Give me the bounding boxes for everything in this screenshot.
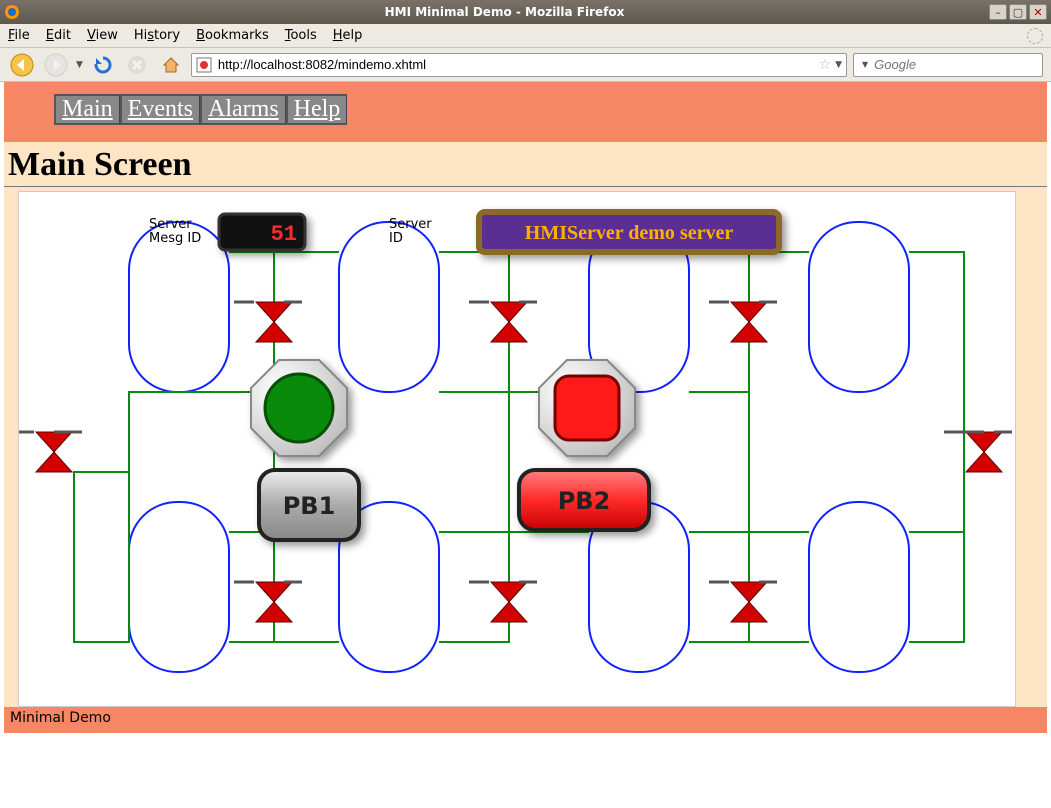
- tank-lr2: [809, 502, 909, 672]
- server-mesg-id-label: Server Mesg ID: [149, 217, 201, 246]
- valve-ll[interactable]: [234, 582, 302, 622]
- browser-toolbar: ▼ ☆ ▼ G ▼: [0, 48, 1051, 82]
- reload-icon: [93, 55, 113, 75]
- throbber-icon: [1027, 28, 1043, 44]
- url-dropdown-icon[interactable]: ▼: [835, 60, 842, 70]
- window-minimize-button[interactable]: –: [989, 4, 1007, 20]
- browser-viewport: Main Events Alarms Help Main Screen: [0, 82, 1051, 808]
- valve-lr[interactable]: [709, 582, 777, 622]
- stop-icon: [127, 55, 147, 75]
- pushbutton-pb2[interactable]: PB2: [519, 470, 649, 530]
- search-box[interactable]: G ▼: [853, 53, 1043, 77]
- tank-ur2: [809, 222, 909, 392]
- nav-tab-events[interactable]: Events: [120, 94, 200, 125]
- pilot-light-red: [539, 360, 635, 456]
- server-mesg-id-display: 51: [219, 214, 305, 250]
- window-title: HMI Minimal Demo - Mozilla Firefox: [26, 5, 983, 19]
- valve-far-right[interactable]: [944, 432, 1012, 472]
- nav-tab-main[interactable]: Main: [54, 94, 120, 125]
- valve-ul[interactable]: [234, 302, 302, 342]
- window-titlebar: HMI Minimal Demo - Mozilla Firefox – ▢ ✕: [0, 0, 1051, 24]
- firefox-icon: [4, 4, 20, 20]
- tank-ll1: [129, 502, 229, 672]
- forward-arrow-icon: [44, 53, 68, 77]
- menu-help[interactable]: Help: [333, 28, 363, 43]
- search-engine-dropdown-icon[interactable]: ▼: [862, 60, 868, 69]
- forward-button[interactable]: [42, 51, 70, 79]
- home-icon: [161, 55, 181, 75]
- hmi-diagram: Server Mesg ID 51 Server ID: [18, 191, 1016, 707]
- pilot-light-green: [251, 360, 347, 456]
- svg-text:51: 51: [271, 222, 297, 247]
- tank-ul1: [129, 222, 229, 392]
- search-input[interactable]: [872, 56, 1051, 73]
- tank-ul2: [339, 222, 439, 392]
- valve-ur[interactable]: [709, 302, 777, 342]
- page-footer: Minimal Demo: [4, 707, 1047, 733]
- menu-history[interactable]: History: [134, 28, 180, 43]
- history-dropdown-icon[interactable]: ▼: [76, 60, 83, 70]
- page-title: Main Screen: [8, 146, 1047, 184]
- valve-far-left[interactable]: [19, 432, 82, 472]
- page-favicon-icon: [196, 57, 212, 73]
- browser-menubar: File Edit View History Bookmarks Tools H…: [0, 24, 1051, 48]
- nav-tab-help[interactable]: Help: [286, 94, 348, 125]
- window-maximize-button[interactable]: ▢: [1009, 4, 1027, 20]
- page-nav-band: Main Events Alarms Help: [4, 82, 1047, 142]
- server-id-display: HMIServer demo server: [479, 212, 779, 252]
- stop-button[interactable]: [123, 51, 151, 79]
- reload-button[interactable]: [89, 51, 117, 79]
- svg-text:PB1: PB1: [283, 492, 336, 520]
- pushbutton-pb1[interactable]: PB1: [259, 470, 359, 540]
- svg-text:PB2: PB2: [558, 487, 611, 515]
- back-button[interactable]: [8, 51, 36, 79]
- home-button[interactable]: [157, 51, 185, 79]
- svg-text:HMIServer demo server: HMIServer demo server: [525, 222, 734, 244]
- menu-view[interactable]: View: [87, 28, 118, 43]
- menu-file[interactable]: File: [8, 28, 30, 43]
- menu-tools[interactable]: Tools: [285, 28, 317, 43]
- nav-tab-alarms[interactable]: Alarms: [200, 94, 286, 125]
- address-bar[interactable]: ☆ ▼: [191, 53, 847, 77]
- menu-edit[interactable]: Edit: [46, 28, 71, 43]
- valve-um[interactable]: [469, 302, 537, 342]
- pipe-right-loop: [909, 252, 964, 642]
- back-arrow-icon: [10, 53, 34, 77]
- bookmark-star-icon[interactable]: ☆: [819, 57, 832, 73]
- window-close-button[interactable]: ✕: [1029, 4, 1047, 20]
- valve-lm[interactable]: [469, 582, 537, 622]
- url-input[interactable]: [216, 56, 815, 73]
- menu-bookmarks[interactable]: Bookmarks: [196, 28, 269, 43]
